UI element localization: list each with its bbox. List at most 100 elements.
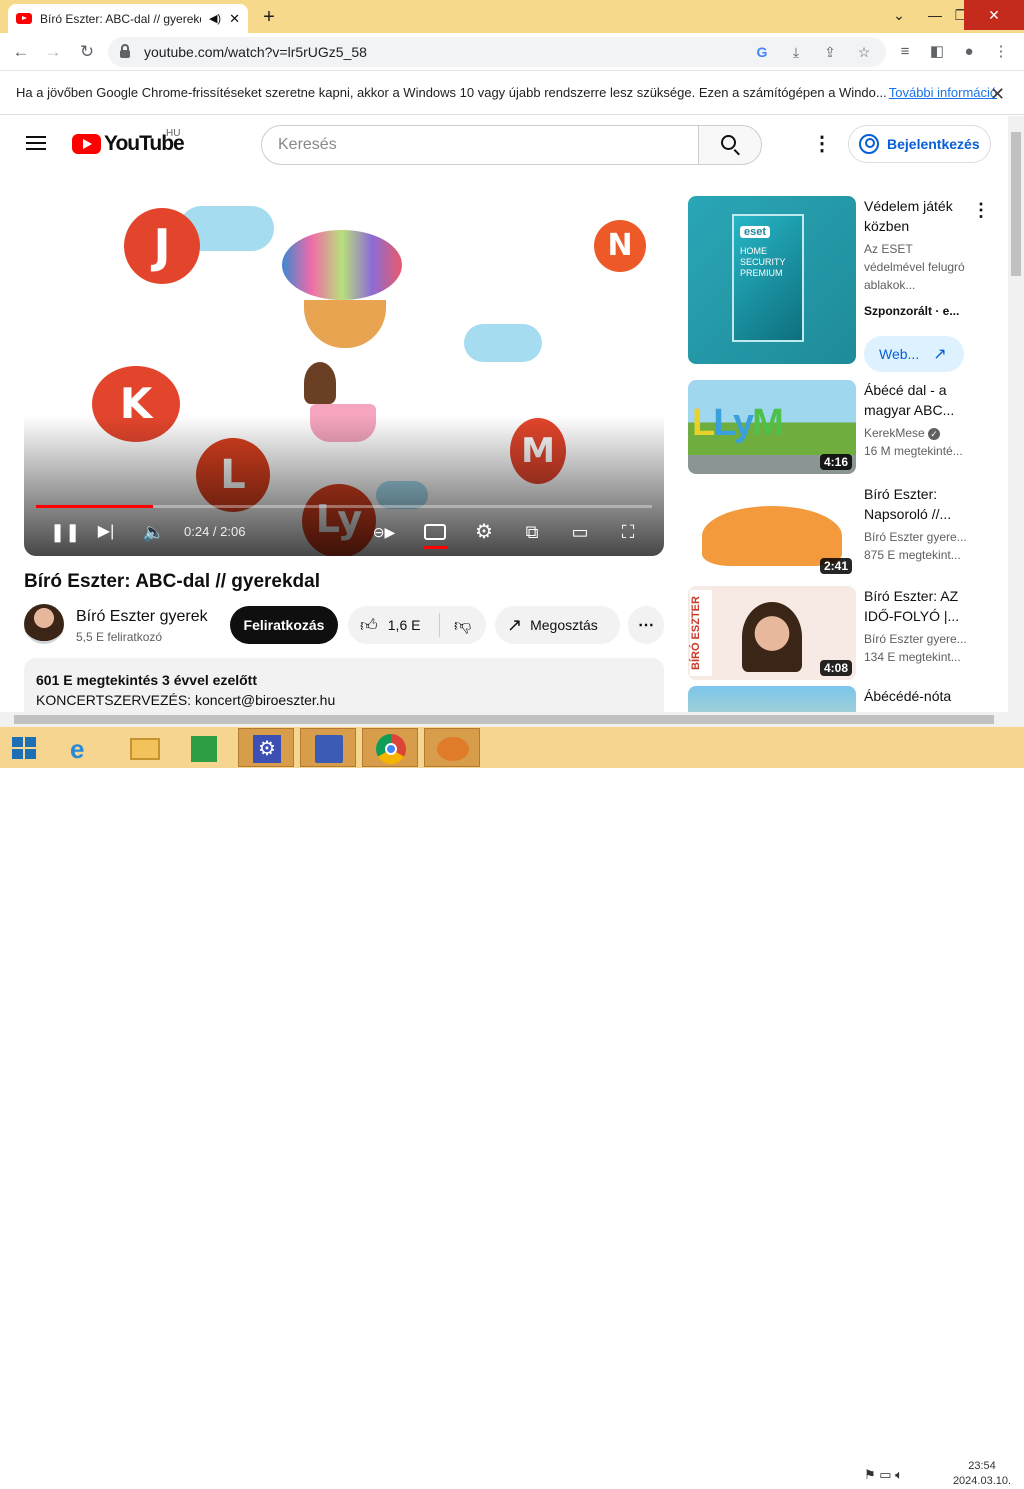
channel-name: Bíró Eszter gyere... bbox=[864, 632, 967, 646]
eset-product-box: eset HOME SECURITY PREMIUM bbox=[732, 214, 804, 342]
subscribe-button[interactable]: Feliratkozás bbox=[230, 606, 338, 644]
view-count: 134 E megtekint... bbox=[864, 650, 961, 664]
new-tab-button[interactable]: + bbox=[256, 6, 282, 28]
ad-title[interactable]: Védelem játék közben bbox=[864, 196, 974, 236]
video-player[interactable]: J N K L M Ly ❚❚ ▶| 🔈 0:24 / 2:06 ⊖▶ ⚙ ⧉ … bbox=[24, 196, 664, 556]
media-player-icon[interactable] bbox=[424, 728, 480, 767]
share-button[interactable]: ↗ Megosztás bbox=[495, 606, 620, 644]
info-bar-close-icon[interactable]: ✕ bbox=[990, 84, 1005, 105]
video-thumbnail[interactable]: BÍRÓ ESZTER 4:08 bbox=[688, 586, 856, 680]
address-bar[interactable]: youtube.com/watch?v=lr5rUGz5_58 G ⤓ ⇪ ☆ bbox=[108, 37, 886, 67]
lock-icon[interactable] bbox=[120, 44, 130, 58]
scrollbar-thumb[interactable] bbox=[14, 715, 994, 724]
external-link-icon: ↗ bbox=[933, 346, 947, 363]
media-control-icon[interactable]: ≡ bbox=[894, 41, 916, 63]
bookmark-star-icon[interactable]: ☆ bbox=[854, 44, 874, 61]
next-icon[interactable]: ▶| bbox=[94, 519, 118, 545]
channel-avatar[interactable] bbox=[24, 604, 64, 644]
channel-name-text: KerekMese bbox=[864, 426, 925, 440]
search-button[interactable] bbox=[698, 125, 762, 165]
video-duration: 2:41 bbox=[819, 558, 852, 574]
dislike-button[interactable]: 👎︎ bbox=[440, 615, 471, 636]
browser-tab[interactable]: Bíró Eszter: ABC-dal // gyerekdal ◀) ✕ bbox=[8, 4, 248, 33]
clock[interactable]: 23:54 2024.03.10. bbox=[944, 1459, 1020, 1489]
girl-character bbox=[304, 362, 336, 404]
speaker-icon[interactable]: ◀) bbox=[209, 12, 221, 25]
description-box[interactable]: 601 E megtekintés 3 évvel ezelőtt KONCER… bbox=[24, 658, 664, 712]
hot-air-balloon-illustration bbox=[282, 230, 402, 300]
search-icon bbox=[721, 135, 736, 150]
chrome-menu-icon[interactable]: ⋮ bbox=[990, 41, 1012, 63]
ad-description: Az ESET védelmével felugró ablakok... bbox=[864, 242, 965, 292]
pause-icon[interactable]: ❚❚ bbox=[50, 519, 80, 545]
cloud-illustration bbox=[464, 324, 542, 362]
description-text: KONCERTSZERVEZÉS: koncert@biroeszter.hu bbox=[36, 692, 336, 708]
signin-button[interactable]: Bejelentkezés bbox=[848, 125, 991, 163]
more-actions-button[interactable]: ⋯ bbox=[628, 606, 664, 644]
floppy-disk-icon[interactable] bbox=[300, 728, 356, 767]
like-button[interactable]: 👍︎ 1,6 E bbox=[348, 613, 440, 637]
subtitles-icon[interactable] bbox=[424, 524, 446, 540]
video-thumbnail[interactable] bbox=[688, 686, 856, 712]
back-button[interactable]: ← bbox=[10, 41, 32, 63]
reload-button[interactable]: ↻ bbox=[76, 41, 98, 63]
theater-mode-icon[interactable]: ▭ bbox=[566, 519, 594, 545]
start-button[interactable] bbox=[0, 728, 56, 767]
subtitles-active-indicator bbox=[424, 546, 448, 549]
youtube-page: YouTube HU Keresés ⋮ Bejelentkezés J N K… bbox=[0, 116, 1008, 712]
balloon-j: J bbox=[124, 208, 200, 284]
forward-button[interactable]: → bbox=[42, 41, 64, 63]
video-title-link[interactable]: Bíró Eszter: AZ IDŐ-FOLYÓ |... bbox=[864, 586, 974, 626]
youtube-play-icon bbox=[72, 134, 101, 154]
menu-icon[interactable] bbox=[26, 136, 46, 150]
fullscreen-icon[interactable]: ⛶ bbox=[614, 519, 642, 545]
progress-bar[interactable] bbox=[36, 505, 652, 508]
tab-close-icon[interactable]: ✕ bbox=[229, 11, 240, 27]
vertical-scrollbar[interactable] bbox=[1008, 116, 1024, 712]
ad-more-icon[interactable]: ⋮ bbox=[972, 200, 990, 221]
thumbnail-letters-art: LLyM bbox=[692, 402, 784, 444]
video-title-link[interactable]: Ábécé dal - a magyar ABC... bbox=[864, 380, 974, 420]
scrollbar-thumb[interactable] bbox=[1011, 132, 1021, 276]
side-panel-icon[interactable]: ◧ bbox=[926, 41, 948, 63]
share-arrow-icon: ↗ bbox=[507, 614, 523, 635]
windows-taskbar: e ⚙ ⚑ ▭ 🔈︎ 23:54 2024.03.10. bbox=[0, 727, 1024, 1487]
vertical-thumb-text: BÍRÓ ESZTER bbox=[690, 590, 712, 676]
install-icon[interactable]: ⤓ bbox=[786, 44, 806, 61]
store-icon[interactable] bbox=[176, 728, 232, 767]
channel-name: Bíró Eszter gyere... bbox=[864, 530, 967, 544]
chrome-icon[interactable] bbox=[362, 728, 418, 767]
ad-thumbnail[interactable]: eset HOME SECURITY PREMIUM bbox=[688, 196, 856, 364]
video-title-link[interactable]: Bíró Eszter: Napsoroló //... bbox=[864, 484, 974, 524]
video-title-link[interactable]: Ábécédé-nóta bbox=[864, 686, 974, 706]
system-tray[interactable]: ⚑ ▭ 🔈︎ bbox=[864, 1467, 903, 1483]
view-count: 875 E megtekint... bbox=[864, 548, 961, 562]
verified-check-icon: ✓ bbox=[928, 428, 941, 440]
search-input[interactable]: Keresés bbox=[261, 125, 699, 165]
window-close-button[interactable]: ✕ bbox=[964, 0, 1024, 30]
like-count: 1,6 E bbox=[387, 617, 421, 633]
video-thumbnail[interactable]: LLyM 4:16 bbox=[688, 380, 856, 474]
internet-explorer-icon[interactable]: e bbox=[56, 728, 112, 767]
ad-website-button[interactable]: Web... ↗ bbox=[864, 336, 964, 372]
control-panel-icon[interactable]: ⚙ bbox=[238, 728, 294, 767]
video-duration: 4:16 bbox=[819, 454, 852, 470]
video-thumbnail[interactable]: 2:41 bbox=[688, 484, 856, 578]
miniplayer-icon[interactable]: ⧉ bbox=[518, 519, 546, 545]
info-bar-text: Ha a jövőben Google Chrome-frissítéseket… bbox=[16, 85, 887, 100]
like-dislike-group: 👍︎ 1,6 E 👎︎ bbox=[348, 606, 486, 644]
settings-gear-icon[interactable]: ⚙ bbox=[470, 519, 498, 545]
more-info-link[interactable]: További információ bbox=[889, 85, 997, 100]
url-text[interactable]: youtube.com/watch?v=lr5rUGz5_58 bbox=[144, 44, 738, 60]
autoplay-toggle[interactable]: ⊖▶ bbox=[366, 519, 402, 545]
profile-icon[interactable]: ● bbox=[958, 41, 980, 63]
channel-name[interactable]: Bíró Eszter gyerek bbox=[76, 608, 208, 626]
eset-logo: eset bbox=[740, 226, 771, 238]
google-icon[interactable]: G bbox=[752, 44, 772, 60]
horizontal-scrollbar[interactable] bbox=[0, 712, 1024, 727]
video-title: Bíró Eszter: ABC-dal // gyerekdal bbox=[24, 571, 320, 592]
volume-icon[interactable]: 🔈 bbox=[142, 519, 166, 545]
file-explorer-icon[interactable] bbox=[116, 728, 172, 767]
share-icon[interactable]: ⇪ bbox=[820, 44, 840, 61]
settings-more-icon[interactable]: ⋮ bbox=[812, 134, 832, 154]
